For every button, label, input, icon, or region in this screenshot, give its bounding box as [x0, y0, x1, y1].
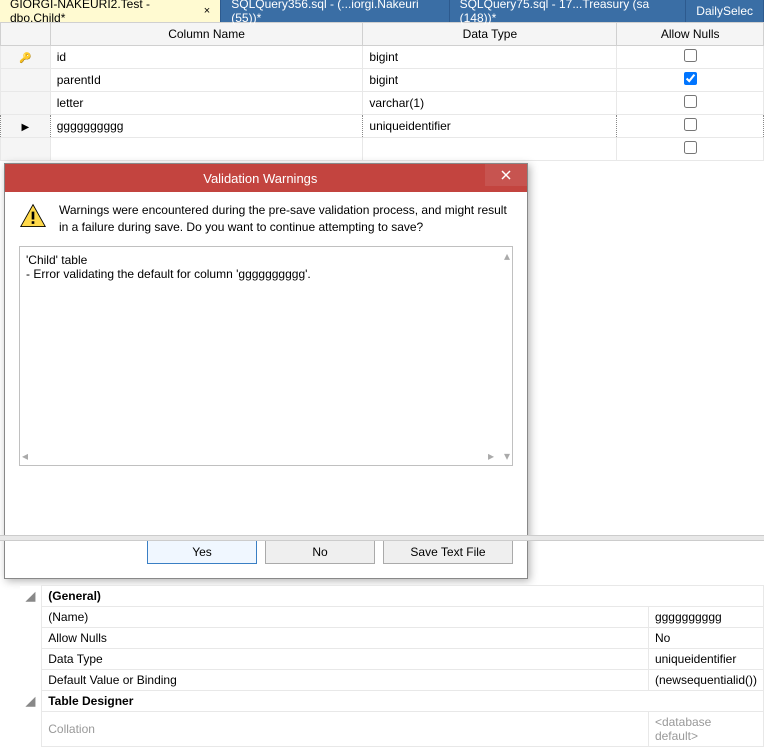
- tab-label: SQLQuery356.sql - (...iorgi.Nakeuri (55)…: [231, 0, 438, 25]
- cell-column-name[interactable]: id: [50, 46, 363, 69]
- cell-data-type[interactable]: bigint: [363, 69, 617, 92]
- dialog-titlebar[interactable]: Validation Warnings ?: [5, 164, 527, 192]
- table-row-new[interactable]: [1, 138, 764, 161]
- property-row[interactable]: Data Type uniqueidentifier: [20, 649, 764, 670]
- scroll-down-icon[interactable]: ▾: [504, 449, 510, 463]
- cell-column-name[interactable]: letter: [50, 92, 363, 115]
- category-general: (General): [42, 586, 764, 607]
- tab-dailyselect[interactable]: DailySelec: [686, 0, 764, 22]
- property-datatype-label: Data Type: [42, 649, 649, 670]
- property-default-label: Default Value or Binding: [42, 670, 649, 691]
- table-row[interactable]: letter varchar(1): [1, 92, 764, 115]
- property-collation-label: Collation: [42, 712, 649, 747]
- save-text-file-button[interactable]: Save Text File: [383, 540, 513, 564]
- cell-column-name[interactable]: gggggggggg: [50, 115, 363, 138]
- category-row[interactable]: ◢ Table Designer: [20, 691, 764, 712]
- primary-key-icon: 🔑: [19, 53, 31, 64]
- tab-query356[interactable]: SQLQuery356.sql - (...iorgi.Nakeuri (55)…: [221, 0, 449, 22]
- allow-nulls-checkbox[interactable]: [684, 95, 697, 108]
- close-button[interactable]: [485, 164, 527, 186]
- tab-label: DailySelec: [696, 4, 753, 18]
- tab-table-designer[interactable]: GIORGI-NAKEURI2.Test - dbo.Child* ×: [0, 0, 221, 22]
- property-name-label: (Name): [42, 607, 649, 628]
- category-row[interactable]: ◢ (General): [20, 586, 764, 607]
- tab-label: SQLQuery75.sql - 17...Treasury (sa (148)…: [460, 0, 676, 25]
- tab-label: GIORGI-NAKEURI2.Test - dbo.Child*: [10, 0, 196, 25]
- scroll-up-icon[interactable]: ▴: [504, 249, 510, 263]
- validation-warnings-dialog: Validation Warnings ? Warnings were enco…: [4, 163, 528, 579]
- allow-nulls-checkbox[interactable]: [684, 118, 697, 131]
- scroll-right-icon[interactable]: ▸: [488, 449, 494, 463]
- property-row[interactable]: Allow Nulls No: [20, 628, 764, 649]
- dialog-message: Warnings were encountered during the pre…: [59, 202, 513, 236]
- details-line: 'Child' table: [26, 253, 506, 267]
- allow-nulls-checkbox[interactable]: [684, 141, 697, 154]
- property-allownulls-value[interactable]: No: [648, 628, 763, 649]
- collapse-icon[interactable]: ◢: [20, 691, 42, 712]
- header-allow-nulls[interactable]: Allow Nulls: [617, 23, 764, 46]
- allow-nulls-checkbox[interactable]: [684, 72, 697, 85]
- properties-panel: ◢ (General) (Name) gggggggggg Allow Null…: [20, 585, 764, 747]
- details-line: - Error validating the default for colum…: [26, 267, 506, 281]
- collapse-icon[interactable]: ◢: [20, 586, 42, 607]
- category-table-designer: Table Designer: [42, 691, 764, 712]
- property-row[interactable]: Default Value or Binding (newsequentiali…: [20, 670, 764, 691]
- no-button[interactable]: No: [265, 540, 375, 564]
- property-collation-value[interactable]: <database default>: [648, 712, 763, 747]
- property-default-value[interactable]: (newsequentialid()): [648, 670, 763, 691]
- cell-data-type[interactable]: uniqueidentifier: [363, 115, 617, 138]
- table-row[interactable]: 🔑 id bigint: [1, 46, 764, 69]
- close-icon[interactable]: ×: [204, 5, 210, 17]
- warning-icon: [19, 202, 47, 230]
- header-column-name[interactable]: Column Name: [50, 23, 363, 46]
- cell-column-name[interactable]: parentId: [50, 69, 363, 92]
- property-datatype-value[interactable]: uniqueidentifier: [648, 649, 763, 670]
- scroll-left-icon[interactable]: ◂: [22, 449, 28, 463]
- columns-grid[interactable]: Column Name Data Type Allow Nulls 🔑 id b…: [0, 22, 764, 161]
- rowheader-corner: [1, 23, 51, 46]
- header-data-type[interactable]: Data Type: [363, 23, 617, 46]
- splitter[interactable]: [0, 535, 764, 541]
- property-row[interactable]: Collation <database default>: [20, 712, 764, 747]
- cell-data-type[interactable]: varchar(1): [363, 92, 617, 115]
- allow-nulls-checkbox[interactable]: [684, 49, 697, 62]
- table-row[interactable]: parentId bigint: [1, 69, 764, 92]
- tab-query75[interactable]: SQLQuery75.sql - 17...Treasury (sa (148)…: [450, 0, 687, 22]
- cell-column-name[interactable]: [50, 138, 363, 161]
- table-row-editing[interactable]: ▶ gggggggggg uniqueidentifier: [1, 115, 764, 138]
- close-icon: [501, 170, 511, 180]
- yes-button[interactable]: Yes: [147, 540, 257, 564]
- property-row[interactable]: (Name) gggggggggg: [20, 607, 764, 628]
- cell-data-type[interactable]: [363, 138, 617, 161]
- cell-data-type[interactable]: bigint: [363, 46, 617, 69]
- property-name-value[interactable]: gggggggggg: [648, 607, 763, 628]
- property-allownulls-label: Allow Nulls: [42, 628, 649, 649]
- dialog-details[interactable]: 'Child' table - Error validating the def…: [19, 246, 513, 466]
- dialog-title: Validation Warnings: [13, 171, 508, 186]
- current-row-icon: ▶: [22, 122, 30, 133]
